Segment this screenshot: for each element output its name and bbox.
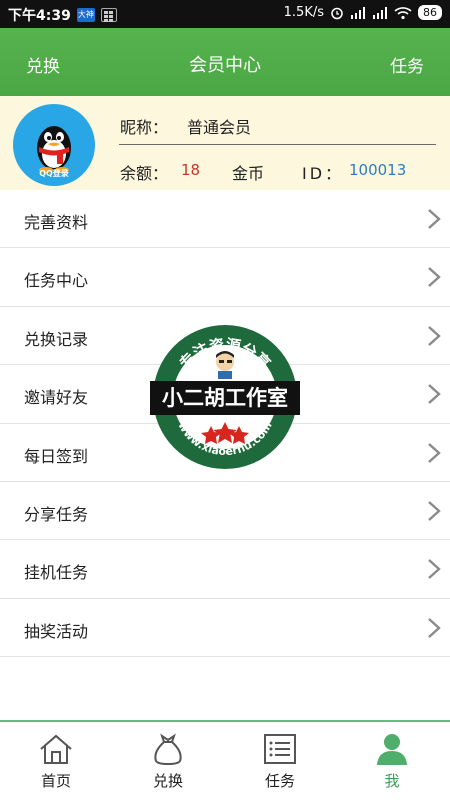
qq-login-label: QQ登录 bbox=[39, 169, 69, 178]
nav-me[interactable]: 我 bbox=[336, 722, 448, 800]
id-label: ID： bbox=[302, 164, 345, 183]
chevron-right-icon bbox=[428, 209, 441, 229]
status-time: 下午4:39 bbox=[8, 8, 71, 24]
menu-item-label: 抽奖活动 bbox=[24, 621, 89, 641]
app-header: 兑换 会员中心 任务 bbox=[0, 28, 450, 96]
watermark-banner-text: 小二胡工作室 bbox=[162, 386, 288, 410]
menu-item-label: 完善资料 bbox=[24, 213, 89, 232]
menu-item-complete-profile[interactable]: 完善资料 bbox=[0, 190, 450, 249]
menu-item-idle-tasks[interactable]: 挂机任务 bbox=[0, 540, 450, 599]
list-icon bbox=[264, 734, 296, 764]
profile-card: QQ登录 昵称： 普通会员 余额： 18 金币 ID： 100013 bbox=[0, 96, 450, 190]
menu-item-label: 兑换记录 bbox=[24, 329, 89, 349]
menu-item-label: 任务中心 bbox=[24, 271, 89, 291]
chevron-right-icon bbox=[428, 559, 441, 580]
bottom-nav: 首页 兑换 任务 我 bbox=[0, 720, 450, 800]
menu-item-task-center[interactable]: 任务中心 bbox=[0, 248, 450, 307]
notification-app-icon: 大神 bbox=[76, 8, 95, 22]
chevron-right-icon bbox=[428, 442, 441, 463]
id-value: 100013 bbox=[349, 161, 407, 179]
nav-home[interactable]: 首页 bbox=[0, 722, 112, 800]
menu-item-label: 每日签到 bbox=[24, 446, 89, 466]
menu-item-share-tasks[interactable]: 分享任务 bbox=[0, 481, 450, 541]
coin-label: 金币 bbox=[232, 164, 265, 183]
status-bar: 下午4:39 大神 1.5K/s 86 bbox=[0, 0, 450, 28]
nickname-label: 昵称： bbox=[120, 118, 169, 137]
nav-me-label: 我 bbox=[384, 772, 400, 790]
menu-item-lottery[interactable]: 抽奖活动 bbox=[0, 598, 450, 658]
signal-hd-icon bbox=[351, 6, 365, 19]
nav-exchange-label: 兑换 bbox=[152, 772, 183, 790]
user-icon bbox=[377, 734, 407, 765]
avatar[interactable]: QQ登录 bbox=[13, 104, 95, 186]
home-icon bbox=[40, 734, 72, 764]
network-speed: 1.5K/s bbox=[283, 5, 324, 20]
menu-item-label: 邀请好友 bbox=[24, 388, 89, 408]
wifi-icon bbox=[394, 6, 412, 19]
chevron-right-icon bbox=[428, 617, 441, 638]
notification-grid-icon bbox=[100, 8, 117, 22]
chevron-right-icon bbox=[428, 501, 441, 521]
signal-icon bbox=[373, 6, 387, 19]
battery-indicator: 86 bbox=[418, 5, 442, 20]
profile-divider bbox=[119, 144, 436, 145]
page-title: 会员中心 bbox=[189, 55, 261, 76]
menu-item-label: 分享任务 bbox=[24, 504, 89, 524]
nickname-value: 普通会员 bbox=[187, 118, 252, 137]
nav-home-label: 首页 bbox=[40, 772, 71, 790]
chevron-right-icon bbox=[428, 325, 441, 346]
nav-tasks[interactable]: 任务 bbox=[224, 722, 336, 800]
header-tasks-button[interactable]: 任务 bbox=[390, 52, 424, 77]
alarm-icon bbox=[331, 7, 343, 19]
chevron-right-icon bbox=[428, 384, 441, 405]
watermark-logo: 专注资源分享 小二胡工作室 www.xiaoerhu.com bbox=[150, 325, 300, 469]
nav-exchange[interactable]: 兑换 bbox=[112, 722, 224, 800]
chevron-right-icon bbox=[428, 267, 441, 288]
balance-label: 余额： bbox=[120, 164, 169, 183]
nav-tasks-label: 任务 bbox=[264, 772, 295, 790]
money-bag-icon bbox=[154, 733, 182, 766]
menu-item-label: 挂机任务 bbox=[24, 563, 89, 583]
balance-value: 18 bbox=[181, 161, 201, 179]
